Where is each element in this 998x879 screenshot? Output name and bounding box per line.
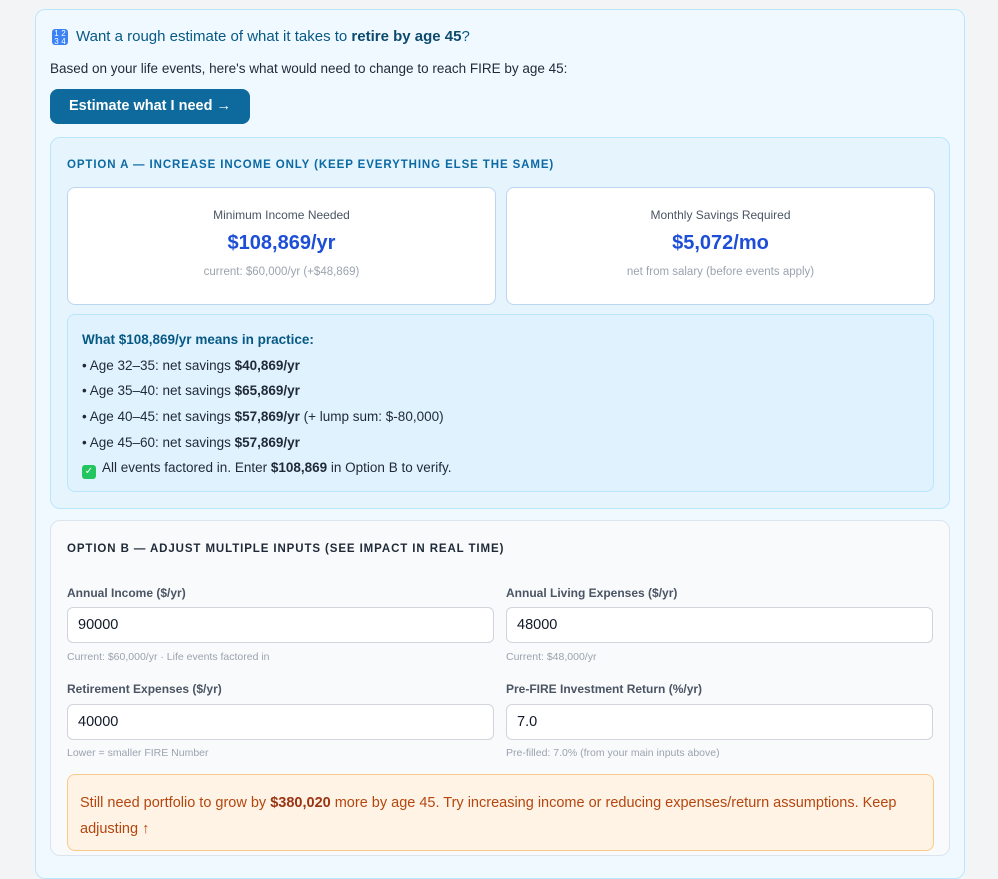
retirement-expenses-input[interactable] [67, 704, 494, 740]
estimate-button[interactable]: Estimate what I need → [50, 89, 250, 124]
heading-text: Want a rough estimate of what it takes t… [76, 28, 470, 45]
option-a-title: Option A — Increase income only (keep ev… [67, 159, 555, 171]
annual-income-hint: Current: $60,000/yr · Life events factor… [67, 651, 270, 663]
calculator-icon: 1234 [52, 28, 68, 45]
card-note: net from salary (before events apply) [626, 266, 815, 278]
option-b-section: Option B — Adjust multiple inputs (see i… [50, 520, 950, 856]
living-expenses-input[interactable] [506, 607, 933, 643]
living-expenses-hint: Current: $48,000/yr [506, 651, 597, 663]
living-expenses-label: Annual Living Expenses ($/yr) [506, 586, 678, 600]
option-b-title: Option B — Adjust multiple inputs (see i… [67, 543, 505, 555]
fire-estimate-panel: 1234 Want a rough estimate of what it ta… [35, 9, 965, 879]
monthly-savings-card: Monthly Savings Required $5,072/mo net f… [506, 187, 935, 305]
card-label: Minimum Income Needed [213, 208, 350, 222]
estimate-subtext: Based on your life events, here's what w… [50, 61, 568, 76]
min-income-card: Minimum Income Needed $108,869/yr curren… [67, 187, 496, 305]
retirement-expenses-label: Retirement Expenses ($/yr) [67, 682, 222, 696]
verify-line: ✓ All events factored in. Enter $108,869 … [82, 460, 451, 479]
card-note: current: $60,000/yr (+$48,869) [203, 266, 360, 278]
practice-line: • Age 32–35: net savings $40,869/yr [82, 358, 300, 373]
annual-income-label: Annual Income ($/yr) [67, 586, 186, 600]
practice-line: • Age 40–45: net savings $57,869/yr (+ l… [82, 409, 444, 424]
card-label: Monthly Savings Required [650, 208, 791, 222]
investment-return-label: Pre-FIRE Investment Return (%/yr) [506, 682, 703, 696]
annual-income-input[interactable] [67, 607, 494, 643]
practice-line: • Age 35–40: net savings $65,869/yr [82, 383, 300, 398]
estimate-heading: 1234 Want a rough estimate of what it ta… [52, 28, 470, 45]
practice-breakdown: What $108,869/yr means in practice: • Ag… [67, 314, 934, 492]
practice-line: • Age 45–60: net savings $57,869/yr [82, 435, 300, 450]
portfolio-gap-warning: Still need portfolio to grow by $380,020… [67, 774, 934, 851]
option-a-section: Option A — Increase income only (keep ev… [50, 137, 950, 509]
retirement-expenses-hint: Lower = smaller FIRE Number [67, 747, 209, 759]
card-value: $108,869/yr [227, 232, 336, 254]
card-value: $5,072/mo [672, 232, 769, 254]
investment-return-input[interactable] [506, 704, 933, 740]
practice-title: What $108,869/yr means in practice: [82, 332, 314, 347]
check-icon: ✓ [82, 465, 96, 479]
investment-return-hint: Pre-filled: 7.0% (from your main inputs … [506, 747, 720, 759]
